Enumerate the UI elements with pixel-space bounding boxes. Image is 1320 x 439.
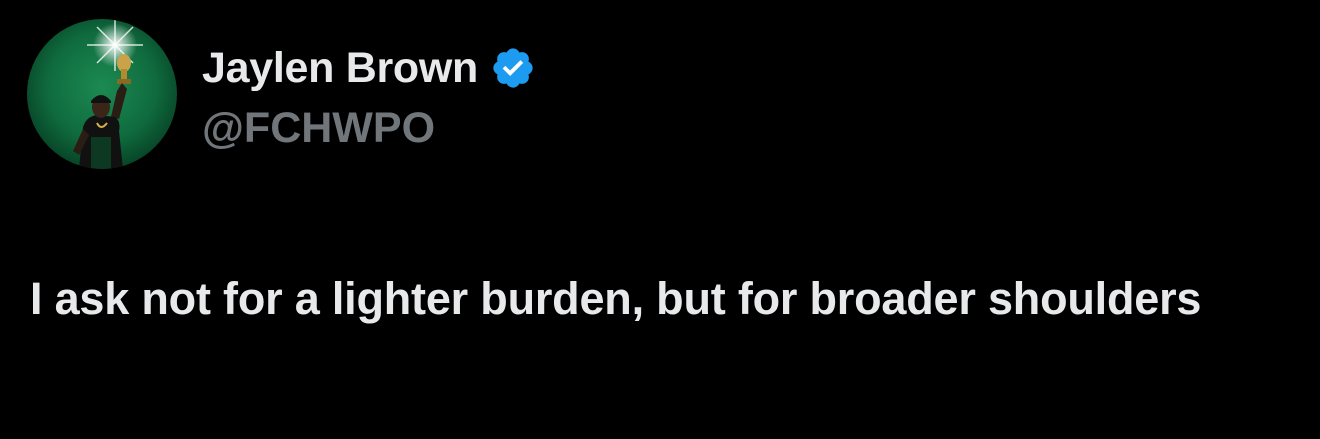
profile-photo-icon (27, 19, 177, 169)
user-name-row: Jaylen Brown (202, 40, 536, 96)
display-name[interactable]: Jaylen Brown (202, 40, 478, 96)
tweet-text: I ask not for a lighter burden, but for … (30, 273, 1202, 324)
avatar[interactable] (27, 19, 177, 169)
tweet-card: Jaylen Brown @FCHWPO I ask not for a lig… (0, 0, 1320, 439)
user-handle[interactable]: @FCHWPO (202, 100, 435, 156)
verified-badge-icon (493, 48, 533, 88)
